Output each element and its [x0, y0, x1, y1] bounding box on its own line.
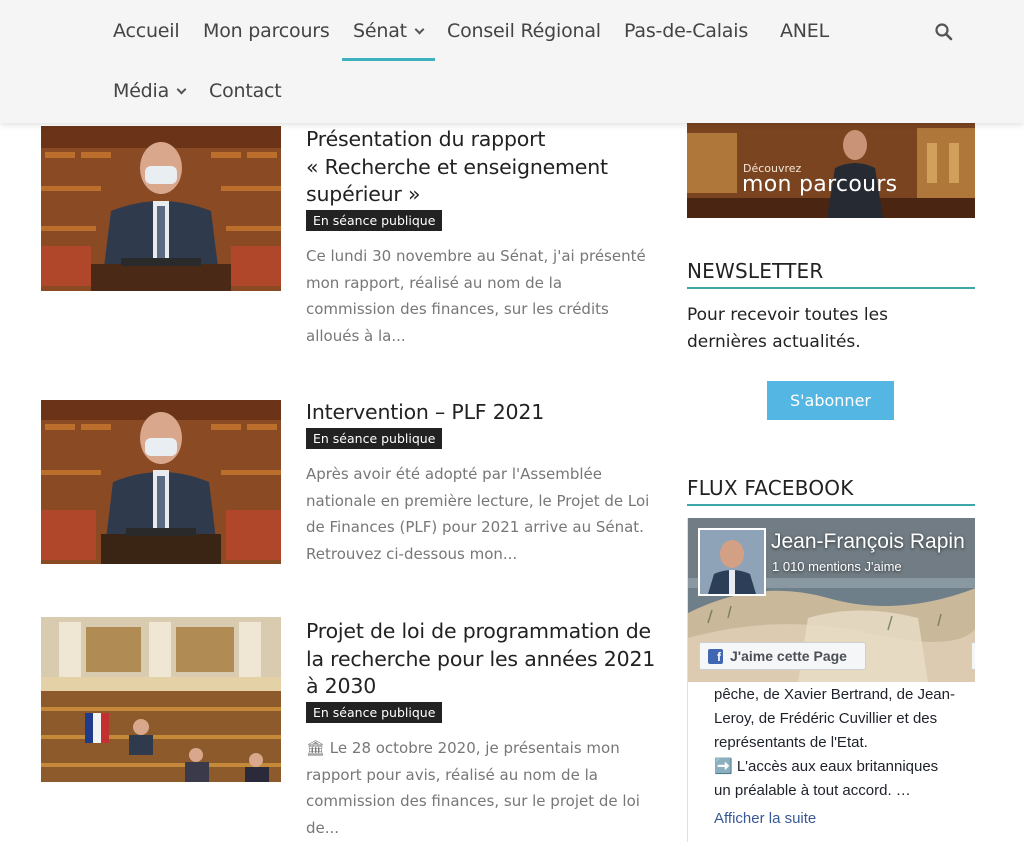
nav-item-anel[interactable]: ANEL — [780, 20, 829, 42]
excerpt-line: de... — [306, 818, 340, 837]
facebook-page-widget: Jean-François Rapin 1 010 mentions J'aim… — [687, 518, 975, 842]
nav-item-media[interactable]: Média — [113, 80, 187, 102]
nav-item-conseil-regional[interactable]: Conseil Régional — [447, 20, 601, 42]
facebook-post-line: pêche, de Xavier Bertrand, de Jean- — [714, 686, 955, 703]
excerpt-line: rapport pour avis, réalisé au nom de la — [306, 765, 598, 784]
post-excerpt: 🏛 Le 28 octobre 2020, je présentais mon … — [306, 735, 656, 841]
excerpt-line: Ce lundi 30 novembre au Sénat, j'ai prés… — [306, 247, 646, 265]
excerpt-line: commission des finances, sur les crédits — [306, 300, 609, 318]
nav-item-senat[interactable]: Sénat — [353, 20, 425, 42]
search-icon[interactable] — [934, 22, 954, 42]
facebook-see-more-link[interactable]: Afficher la suite — [714, 810, 816, 827]
post-title-line: Projet de loi de programmation de — [306, 619, 651, 643]
post-title-line: « Recherche et enseignement — [306, 154, 608, 179]
nav-item-pas-de-calais[interactable]: Pas-de-Calais — [624, 20, 748, 42]
post-title[interactable]: Présentation du rapport « Recherche et e… — [306, 126, 666, 209]
post-title[interactable]: Intervention – PLF 2021 — [306, 399, 666, 427]
excerpt-line: Retrouvez ci-dessous mon... — [306, 544, 518, 563]
category-tag[interactable]: En séance publique — [306, 702, 443, 723]
post-thumbnail[interactable] — [41, 617, 281, 782]
facebook-page-name[interactable]: Jean-François Rapin — [771, 530, 965, 554]
post-title-line: supérieur » — [306, 182, 421, 206]
facebook-post-line: un préalable à tout accord. … — [714, 782, 911, 799]
facebook-post-line: Leroy, de Frédéric Cuvillier et des — [714, 710, 938, 727]
facebook-cover[interactable]: Jean-François Rapin 1 010 mentions J'aim… — [688, 518, 975, 682]
facebook-feed-heading: FLUX FACEBOOK — [687, 476, 975, 506]
chevron-down-icon — [176, 84, 187, 95]
facebook-post-text: pêche, de Xavier Bertrand, de Jean- Lero… — [714, 683, 975, 803]
mon-parcours-banner[interactable] — [687, 123, 975, 218]
nav-item-accueil[interactable]: Accueil — [113, 20, 180, 42]
site-header: Accueil Mon parcours Sénat Conseil Régio… — [0, 0, 1024, 123]
nav-item-mon-parcours[interactable]: Mon parcours — [203, 20, 330, 42]
senate-speech-photo — [41, 126, 281, 291]
post-title[interactable]: Projet de loi de programmation de la rec… — [306, 618, 666, 701]
excerpt-line: commission des finances, sur le projet d… — [306, 792, 640, 810]
subscribe-button[interactable]: S'abonner — [767, 381, 894, 420]
newsletter-heading: NEWSLETTER — [687, 259, 975, 289]
facebook-logo-icon: f — [708, 649, 723, 664]
newsletter-text-line: Pour recevoir toutes les — [687, 305, 888, 325]
banner-photo — [687, 123, 975, 218]
post-title-line: Présentation du rapport — [306, 127, 546, 151]
post-thumbnail[interactable] — [41, 126, 281, 291]
newsletter-text-line: dernières actualités. — [687, 332, 861, 352]
profile-photo — [700, 530, 764, 594]
post-thumbnail[interactable] — [41, 400, 281, 564]
post-title-line: la recherche pour les années 2021 — [306, 646, 656, 671]
chevron-down-icon — [414, 24, 425, 35]
excerpt-line: Après avoir été adopté par l'Assemblée — [306, 465, 602, 483]
nav-item-contact[interactable]: Contact — [209, 80, 282, 102]
excerpt-line: mon rapport, réalisé au nom de la — [306, 273, 563, 292]
facebook-post-line: représentants de l'Etat. — [714, 734, 868, 751]
category-tag[interactable]: En séance publique — [306, 210, 443, 231]
facebook-share-button[interactable] — [971, 642, 975, 670]
excerpt-line: de Finances (PLF) pour 2021 arrive au Sé… — [306, 518, 644, 536]
excerpt-line: 🏛 Le 28 octobre 2020, je présentais mon — [306, 739, 620, 757]
post-title-line: Intervention – PLF 2021 — [306, 400, 545, 424]
newsletter-description: Pour recevoir toutes les dernières actua… — [687, 302, 977, 356]
facebook-likes-count: 1 010 mentions J'aime — [772, 559, 902, 574]
senate-chamber-photo — [41, 617, 281, 782]
post-title-line: à 2030 — [306, 674, 377, 698]
facebook-post-line: ➡️ L'accès aux eaux britanniques — [714, 758, 939, 775]
nav-item-senat-label: Sénat — [353, 20, 407, 42]
like-button-label: J'aime cette Page — [730, 648, 847, 664]
banner-title: mon parcours — [742, 172, 898, 197]
excerpt-line: nationale en première lecture, le Projet… — [306, 491, 650, 510]
active-nav-indicator — [342, 58, 435, 61]
senate-speech-photo — [41, 400, 281, 564]
post-excerpt: Ce lundi 30 novembre au Sénat, j'ai prés… — [306, 243, 656, 349]
facebook-like-page-button[interactable]: f J'aime cette Page — [699, 642, 866, 670]
excerpt-line: alloués à la... — [306, 326, 406, 345]
facebook-page-avatar[interactable] — [698, 528, 766, 596]
category-tag[interactable]: En séance publique — [306, 428, 443, 449]
nav-item-media-label: Média — [113, 80, 170, 102]
post-excerpt: Après avoir été adopté par l'Assemblée n… — [306, 461, 656, 567]
